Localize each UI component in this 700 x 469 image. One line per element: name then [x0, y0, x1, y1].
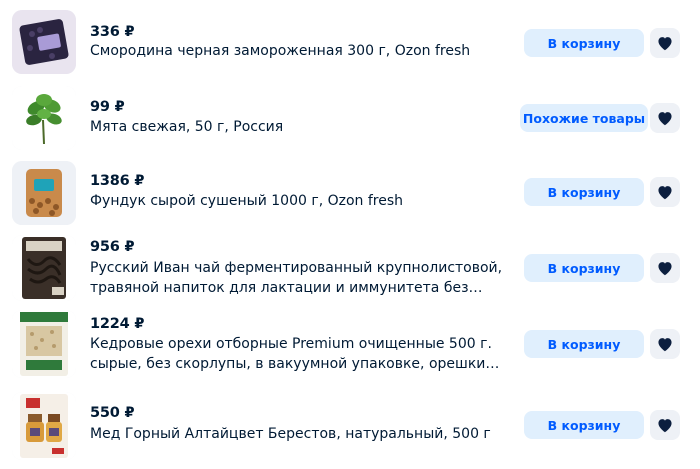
favorite-button[interactable] [650, 103, 680, 133]
product-title-text[interactable]: Мята свежая, 50 г, Россия [90, 117, 520, 137]
heart-icon [658, 262, 672, 276]
product-title[interactable]: Мята свежая, 50 г, Россия [90, 117, 520, 137]
tea-pack-icon [12, 235, 76, 301]
product-price: 550 ₽ [90, 405, 135, 421]
product-thumbnail[interactable] [12, 392, 76, 460]
product-title[interactable]: Русский Иван чай ферментированный крупно… [90, 258, 520, 298]
mint-bunch-icon [12, 86, 76, 150]
product-price: 1224 ₽ [90, 316, 145, 332]
product-price: 99 ₽ [90, 99, 125, 115]
product-title[interactable]: Кедровые орехи отборные Premium очищенны… [90, 334, 520, 374]
product-price: 956 ₽ [90, 239, 135, 255]
add-to-cart-button[interactable]: В корзину [524, 178, 644, 206]
product-thumbnail[interactable] [12, 310, 76, 378]
heart-icon [658, 37, 672, 51]
product-thumbnail[interactable] [12, 235, 76, 301]
product-title[interactable]: Мед Горный Алтайцвет Берестов, натуральн… [90, 424, 520, 444]
honey-jars-icon [12, 392, 76, 460]
product-title[interactable]: Смородина черная замороженная 300 г, Ozo… [90, 41, 520, 61]
add-to-cart-button[interactable]: В корзину [524, 29, 644, 57]
product-title[interactable]: Фундук сырой сушеный 1000 г, Ozon fresh [90, 191, 520, 211]
product-title-text[interactable]: Кедровые орехи отборные Premium очищенны… [90, 334, 520, 374]
heart-icon [658, 338, 672, 352]
product-list: 336 ₽ Смородина черная замороженная 300 … [0, 0, 700, 469]
hazelnut-bag-icon [12, 161, 76, 225]
favorite-button[interactable] [650, 329, 680, 359]
frozen-berries-pack-icon [12, 10, 76, 74]
product-thumbnail[interactable] [12, 10, 76, 74]
heart-icon [658, 112, 672, 126]
heart-icon [658, 419, 672, 433]
product-price: 336 ₽ [90, 24, 135, 40]
add-to-cart-button[interactable]: В корзину [524, 254, 644, 282]
add-to-cart-button[interactable]: В корзину [524, 330, 644, 358]
product-title-text[interactable]: Смородина черная замороженная 300 г, Ozo… [90, 41, 520, 61]
product-thumbnail[interactable] [12, 86, 76, 150]
product-price: 1386 ₽ [90, 173, 145, 189]
similar-products-button[interactable]: Похожие товары [520, 104, 648, 132]
product-title-text[interactable]: Мед Горный Алтайцвет Берестов, натуральн… [90, 424, 520, 444]
favorite-button[interactable] [650, 177, 680, 207]
product-thumbnail[interactable] [12, 161, 76, 225]
favorite-button[interactable] [650, 28, 680, 58]
add-to-cart-button[interactable]: В корзину [524, 411, 644, 439]
pine-nuts-pack-icon [12, 310, 76, 378]
favorite-button[interactable] [650, 253, 680, 283]
favorite-button[interactable] [650, 410, 680, 440]
product-title-text[interactable]: Фундук сырой сушеный 1000 г, Ozon fresh [90, 191, 520, 211]
heart-icon [658, 186, 672, 200]
product-title-text[interactable]: Русский Иван чай ферментированный крупно… [90, 258, 520, 298]
